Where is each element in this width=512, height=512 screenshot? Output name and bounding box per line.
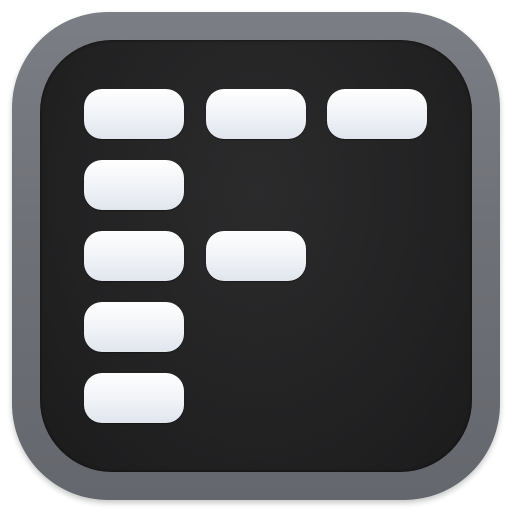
- app-icon-frame: [12, 12, 500, 500]
- tile-row1-col3: [327, 89, 427, 139]
- tile-row3-col1: [84, 231, 184, 281]
- tile-row1-col1: [84, 89, 184, 139]
- tile-row2-col1: [84, 160, 184, 210]
- tile-row1-col2: [206, 89, 306, 139]
- tile-row5-col1: [84, 373, 184, 423]
- app-icon-face: [40, 40, 472, 472]
- tile-row4-col1: [84, 302, 184, 352]
- tile-row3-col2: [206, 231, 306, 281]
